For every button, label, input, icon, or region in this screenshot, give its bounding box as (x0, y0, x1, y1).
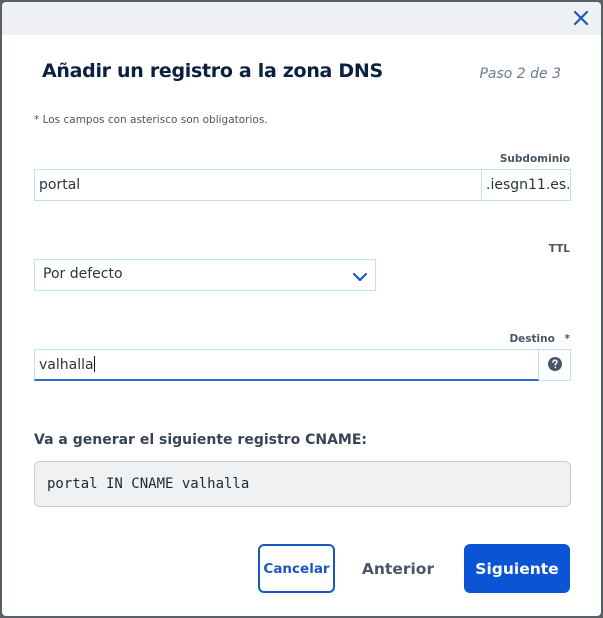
step-indicator: Paso 2 de 3 (479, 66, 561, 82)
previous-button[interactable]: Anterior (352, 544, 444, 593)
required-asterisk: * (564, 333, 571, 345)
target-input[interactable]: valhalla (34, 349, 539, 381)
ttl-selected-value: Por defecto (43, 266, 123, 282)
chevron-down-icon (351, 268, 369, 286)
next-button[interactable]: Siguiente (464, 544, 570, 593)
subdomain-input[interactable]: portal (35, 170, 80, 200)
target-input-value: valhalla (39, 356, 95, 373)
dialog-header-bar (2, 2, 601, 35)
subdomain-field: portal .iesgn11.es. (34, 169, 571, 201)
record-preview-label: Va a generar el siguiente registro CNAME… (34, 432, 367, 448)
dns-record-dialog: Añadir un registro a la zona DNS Paso 2 … (2, 2, 601, 616)
domain-suffix: .iesgn11.es. (481, 170, 571, 200)
required-fields-note: * Los campos con asterisco son obligator… (34, 114, 268, 126)
ttl-label: TTL (548, 243, 570, 255)
subdomain-label: Subdominio (499, 153, 570, 165)
ttl-select[interactable]: Por defecto (34, 259, 376, 291)
target-label: Destino (509, 333, 555, 345)
question-circle-icon (547, 356, 562, 375)
record-preview: portal IN CNAME valhalla (34, 461, 571, 507)
target-label-group: Destino * (509, 333, 570, 345)
help-button[interactable] (539, 349, 571, 381)
close-icon[interactable] (571, 8, 591, 28)
cancel-button[interactable]: Cancelar (258, 544, 335, 593)
dialog-title: Añadir un registro a la zona DNS (42, 60, 383, 82)
